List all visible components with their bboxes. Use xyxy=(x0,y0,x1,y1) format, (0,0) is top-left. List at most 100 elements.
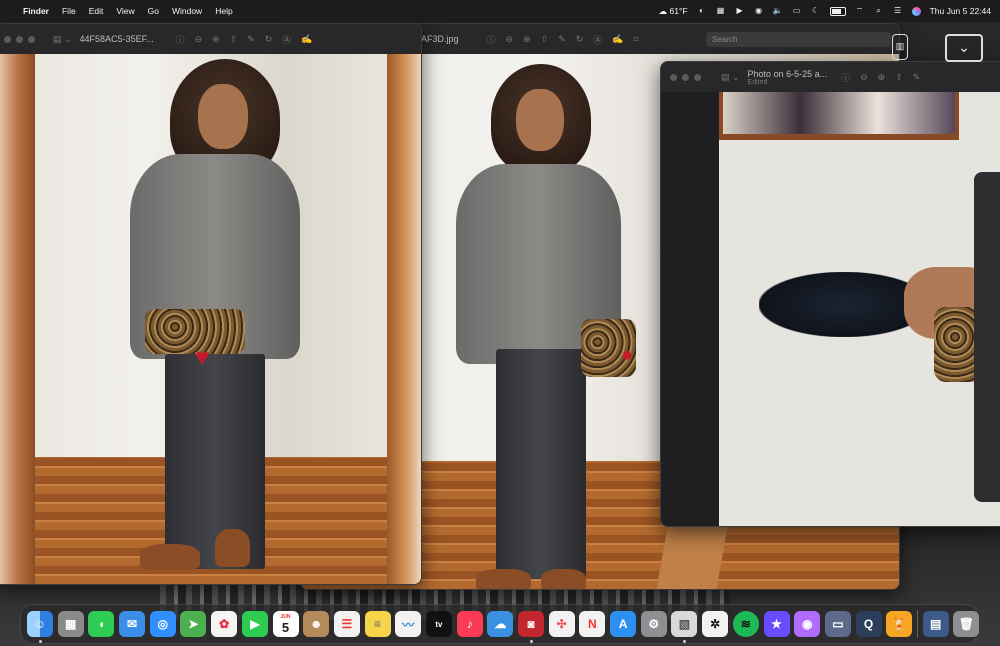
zoom-out-icon[interactable]: ⊖ xyxy=(506,34,514,45)
zoom-in-icon[interactable]: ⊕ xyxy=(878,72,886,83)
vpn-icon[interactable]: ◐ xyxy=(697,7,707,15)
photo-slideshow-icon[interactable]: ▭ xyxy=(824,611,851,637)
markup-pen-icon[interactable]: ✎ xyxy=(913,72,921,83)
mirror-frame-right xyxy=(387,54,421,584)
system-settings-icon[interactable]: ⚙ xyxy=(640,611,667,637)
messages-icon[interactable]: ◖ xyxy=(88,611,115,637)
safari-icon[interactable]: ◎ xyxy=(149,611,176,637)
search-icon[interactable]: ⌕ xyxy=(874,7,884,15)
share-icon[interactable]: ⇧ xyxy=(230,34,238,45)
news-icon[interactable]: N xyxy=(579,611,606,637)
music-icon[interactable]: ♪ xyxy=(456,611,483,637)
reminders-icon[interactable]: ☰ xyxy=(333,611,360,637)
window-tile-icon[interactable]: ▥ xyxy=(892,34,908,60)
menu-go[interactable]: Go xyxy=(148,6,159,16)
battery-icon[interactable] xyxy=(829,6,846,16)
window-title-block: Photo on 6-5-25 a... Edited xyxy=(748,69,828,86)
window-title: 44F58AC5-35EF... xyxy=(79,34,154,44)
zoom-button[interactable] xyxy=(694,73,701,81)
volume-icon[interactable]: 🔈 xyxy=(773,7,783,15)
sidebar-toggle-icon[interactable]: ▤ ⌄ xyxy=(53,34,72,45)
menu-app-name[interactable]: Finder xyxy=(23,6,49,16)
control-center-icon[interactable]: ☰ xyxy=(893,7,903,15)
maps-icon[interactable]: ➤ xyxy=(180,611,207,637)
share-icon[interactable]: ⇧ xyxy=(895,72,903,83)
minimize-button[interactable] xyxy=(16,35,23,43)
siri-icon[interactable] xyxy=(911,6,921,16)
person-figure: ● xyxy=(431,64,651,589)
menu-clock[interactable]: Thu Jun 5 22:44 xyxy=(930,6,991,16)
rotate-icon[interactable]: ↻ xyxy=(265,34,273,45)
menu-window[interactable]: Window xyxy=(172,6,202,16)
zoom-out-icon[interactable]: ⊖ xyxy=(195,34,203,45)
window-toolbar: ▤ ⌄ 44F58AC5-35EF... ⓘ ⊖ ⊕ ⇧ ✎ ↻ Ⓐ ✍ xyxy=(0,24,421,55)
finder-icon[interactable]: ☺ xyxy=(27,611,53,643)
menu-view[interactable]: View xyxy=(116,6,134,16)
info-icon[interactable]: ⓘ xyxy=(176,33,185,46)
search-input[interactable]: Search xyxy=(706,31,891,47)
photo-booth-icon[interactable]: ◙ xyxy=(518,611,544,643)
minimize-button[interactable] xyxy=(682,73,689,81)
calendar-day: 5 xyxy=(281,619,290,635)
weather-icon[interactable]: ☁ xyxy=(487,611,514,637)
annotate-icon[interactable]: Ⓐ xyxy=(282,33,291,46)
menu-file[interactable]: File xyxy=(62,6,76,16)
wifi-icon[interactable]: ⌔ xyxy=(855,7,865,15)
quicktime-icon[interactable]: Q xyxy=(855,611,882,637)
zoom-out-icon[interactable]: ⊖ xyxy=(860,72,868,83)
notes-icon[interactable]: ≡ xyxy=(364,611,391,637)
close-button[interactable] xyxy=(4,35,11,43)
mirror-frame-left xyxy=(0,54,35,584)
sidebar-toggle-icon[interactable]: ▤ ⌄ xyxy=(721,72,740,83)
contacts-icon[interactable]: ☻ xyxy=(303,611,330,637)
app-store-icon[interactable]: A xyxy=(610,611,637,637)
podcast-icon[interactable]: ◉ xyxy=(794,611,821,637)
chevron-down-icon[interactable]: ⌄ xyxy=(945,34,983,62)
mail-icon[interactable]: ✉ xyxy=(119,611,146,637)
preview-window-left: ▤ ⌄ 44F58AC5-35EF... ⓘ ⊖ ⊕ ⇧ ✎ ↻ Ⓐ ✍ ♥ xyxy=(0,23,422,585)
calendar-status-icon[interactable]: ▦ xyxy=(716,7,726,15)
launchpad-icon[interactable]: ▦ xyxy=(57,611,84,637)
facetime-icon[interactable]: ▶ xyxy=(241,611,268,637)
display-icon[interactable]: ▭ xyxy=(792,7,802,15)
downloads-icon[interactable]: ▤ xyxy=(922,611,949,637)
annotate-icon[interactable]: Ⓐ xyxy=(593,33,602,46)
chatgpt-icon[interactable]: ✲ xyxy=(702,611,729,637)
close-button[interactable] xyxy=(670,73,677,81)
play-icon[interactable]: ▶ xyxy=(735,7,745,15)
weather-temp: 61°F xyxy=(669,5,688,16)
freeform-icon[interactable]: 〰 xyxy=(395,611,422,637)
tv-label: tv xyxy=(435,619,443,629)
photos-icon[interactable]: ✿ xyxy=(211,611,238,637)
pinwheel-icon[interactable]: ✣ xyxy=(548,611,575,637)
preview-icon[interactable]: ▧ xyxy=(671,611,698,643)
markup-pen-icon[interactable]: ✎ xyxy=(247,34,255,45)
zoom-button[interactable] xyxy=(28,35,35,43)
spotify-icon[interactable]: ≋ xyxy=(732,611,759,637)
calendar-icon[interactable]: JUN 5 xyxy=(272,611,299,637)
menu-edit[interactable]: Edit xyxy=(89,6,104,16)
share-icon[interactable]: ⇧ xyxy=(541,34,549,45)
window-title: Photo on 6-5-25 a... xyxy=(747,68,828,79)
crop-icon[interactable]: ⌗ xyxy=(634,34,639,45)
focus-moon-icon[interactable]: ☾ xyxy=(811,7,821,15)
screen-record-icon[interactable]: ◉ xyxy=(754,7,764,15)
info-icon[interactable]: ⓘ xyxy=(841,71,850,84)
zoom-in-icon[interactable]: ⊕ xyxy=(212,34,220,45)
tv-icon[interactable]: tv xyxy=(425,611,452,637)
info-icon[interactable]: ⓘ xyxy=(487,33,496,46)
preview-window-right: ▤ ⌄ Photo on 6-5-25 a... Edited ⓘ ⊖ ⊕ ⇧ … xyxy=(660,61,1000,527)
sign-icon[interactable]: ✍ xyxy=(612,34,623,45)
person-figure: ♥ xyxy=(130,59,310,579)
menu-help[interactable]: Help xyxy=(215,6,232,16)
sign-icon[interactable]: ✍ xyxy=(301,34,312,45)
window-subtitle: Edited xyxy=(747,78,768,86)
trash-icon[interactable]: 🗑 xyxy=(953,611,980,637)
weather-status[interactable]: ☁ 61°F xyxy=(659,6,688,17)
zoom-in-icon[interactable]: ⊕ xyxy=(523,34,531,45)
imovie-icon[interactable]: ★ xyxy=(763,611,790,637)
cocktail-icon[interactable]: 🍹 xyxy=(886,611,913,637)
markup-pen-icon[interactable]: ✎ xyxy=(558,34,566,45)
rotate-icon[interactable]: ↻ xyxy=(576,34,584,45)
photo-painting-frame xyxy=(719,92,959,140)
